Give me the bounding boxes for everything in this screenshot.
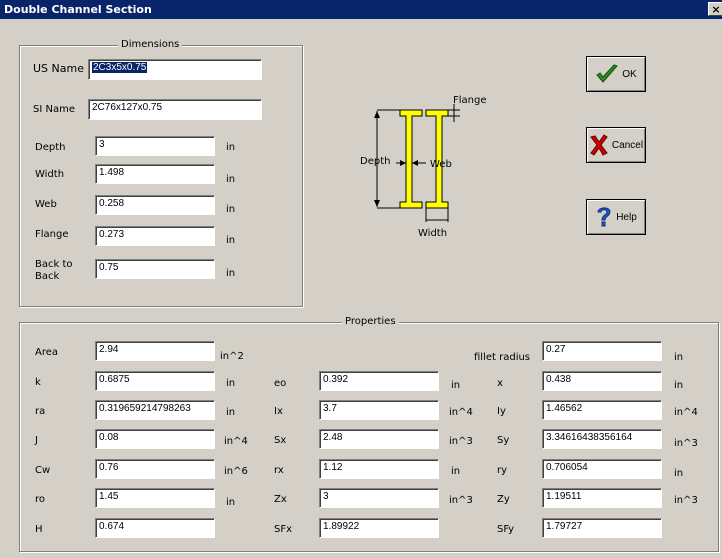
si-name-label: SI Name — [33, 104, 75, 115]
area-unit: in^2 — [220, 351, 244, 362]
flange-label: Flange — [35, 229, 69, 240]
help-button[interactable]: Help — [586, 199, 646, 235]
x-label: x — [497, 378, 503, 389]
title-bar: Double Channel Section × — [0, 0, 722, 19]
ok-label: OK — [622, 68, 637, 80]
zy-field[interactable]: 1.19511 — [542, 488, 662, 508]
us-name-label: US Name — [33, 62, 84, 75]
question-mark-icon — [597, 207, 611, 227]
dimensions-legend: Dimensions — [118, 39, 183, 50]
sx-field[interactable]: 2.48 — [319, 429, 439, 449]
width-unit: in — [226, 174, 236, 185]
j-unit: in^4 — [224, 436, 248, 447]
depth-input[interactable]: 3 — [95, 136, 215, 156]
left-channel-shape — [399, 109, 423, 209]
diagram-web-label: Web — [430, 159, 452, 170]
ra-unit: in — [226, 407, 236, 418]
zx-field[interactable]: 3 — [319, 488, 439, 508]
depth-unit: in — [226, 142, 236, 153]
cw-unit: in^6 — [224, 466, 248, 477]
us-name-input[interactable]: 2C3x5x0.75 — [88, 59, 262, 80]
us-name-value: 2C3x5x0.75 — [92, 62, 148, 73]
ry-label: ry — [497, 465, 508, 476]
sx-unit: in^3 — [449, 436, 473, 447]
k-label: k — [35, 377, 41, 388]
sx-label: Sx — [274, 435, 287, 446]
properties-legend: Properties — [342, 316, 399, 327]
window-title: Double Channel Section — [4, 3, 152, 16]
diagram-flange-label: Flange — [453, 95, 487, 106]
sfx-field[interactable]: 1.89922 — [319, 518, 439, 538]
zx-unit: in^3 — [449, 495, 473, 506]
back-to-back-unit: in — [226, 268, 236, 279]
k-field[interactable]: 0.6875 — [95, 371, 215, 391]
ix-unit: in^4 — [449, 407, 473, 418]
h-field[interactable]: 0.674 — [95, 518, 215, 538]
web-unit: in — [226, 204, 236, 215]
sfy-field[interactable]: 1.79727 — [542, 518, 662, 538]
ra-label: ra — [35, 406, 46, 417]
sfx-label: SFx — [274, 524, 293, 535]
area-label: Area — [35, 347, 59, 358]
back-to-back-label: Back to Back — [35, 259, 73, 282]
j-field[interactable]: 0.08 — [95, 429, 215, 449]
cancel-button[interactable]: Cancel — [586, 127, 646, 163]
rx-field[interactable]: 1.12 — [319, 459, 439, 479]
eo-label: eo — [274, 378, 287, 389]
rx-label: rx — [274, 465, 284, 476]
help-label: Help — [616, 211, 637, 223]
web-label: Web — [35, 199, 57, 210]
fillet-radius-label: fillet radius — [474, 352, 531, 363]
zx-label: Zx — [274, 494, 287, 505]
depth-label: Depth — [35, 142, 66, 153]
ix-field[interactable]: 3.7 — [319, 400, 439, 420]
x-unit: in — [674, 380, 684, 391]
iy-unit: in^4 — [674, 407, 698, 418]
k-unit: in — [226, 378, 236, 389]
ok-button[interactable]: OK — [586, 56, 646, 92]
rx-unit: in — [451, 466, 461, 477]
iy-field[interactable]: 1.46562 — [542, 400, 662, 420]
sy-field[interactable]: 3.34616438356164 — [542, 429, 662, 449]
ro-field[interactable]: 1.45 — [95, 488, 215, 508]
flange-unit: in — [226, 235, 236, 246]
ix-label: Ix — [274, 406, 283, 417]
back-to-back-input[interactable]: 0.75 — [95, 259, 215, 279]
zy-unit: in^3 — [674, 495, 698, 506]
eo-field[interactable]: 0.392 — [319, 371, 439, 391]
fillet-radius-unit: in — [674, 352, 684, 363]
close-button[interactable]: × — [708, 2, 722, 16]
width-label: Width — [35, 169, 65, 180]
ry-field[interactable]: 0.706054 — [542, 459, 662, 479]
ro-label: ro — [35, 494, 46, 505]
si-name-input[interactable]: 2C76x127x0.75 — [88, 99, 262, 120]
x-field[interactable]: 0.438 — [542, 371, 662, 391]
cancel-label: Cancel — [611, 139, 644, 151]
ry-unit: in — [674, 468, 684, 479]
area-field[interactable]: 2.94 — [95, 341, 215, 361]
diagram-width-label: Width — [418, 228, 448, 239]
cw-field[interactable]: 0.76 — [95, 459, 215, 479]
sy-label: Sy — [497, 435, 510, 446]
fillet-radius-field[interactable]: 0.27 — [542, 341, 662, 361]
web-input[interactable]: 0.258 — [95, 195, 215, 215]
eo-unit: in — [451, 380, 461, 391]
width-input[interactable]: 1.498 — [95, 164, 215, 184]
checkmark-icon — [596, 64, 619, 83]
ra-field[interactable]: 0.319659214798263 — [95, 400, 215, 420]
flange-input[interactable]: 0.273 — [95, 226, 215, 246]
sfy-label: SFy — [497, 524, 515, 535]
ro-unit: in — [226, 497, 236, 508]
j-label: J — [35, 435, 38, 446]
sy-unit: in^3 — [674, 438, 698, 449]
cw-label: Cw — [35, 465, 51, 476]
h-label: H — [35, 524, 43, 535]
zy-label: Zy — [497, 494, 510, 505]
red-x-icon — [590, 134, 608, 156]
diagram-depth-label: Depth — [360, 156, 391, 167]
iy-label: Iy — [497, 406, 506, 417]
